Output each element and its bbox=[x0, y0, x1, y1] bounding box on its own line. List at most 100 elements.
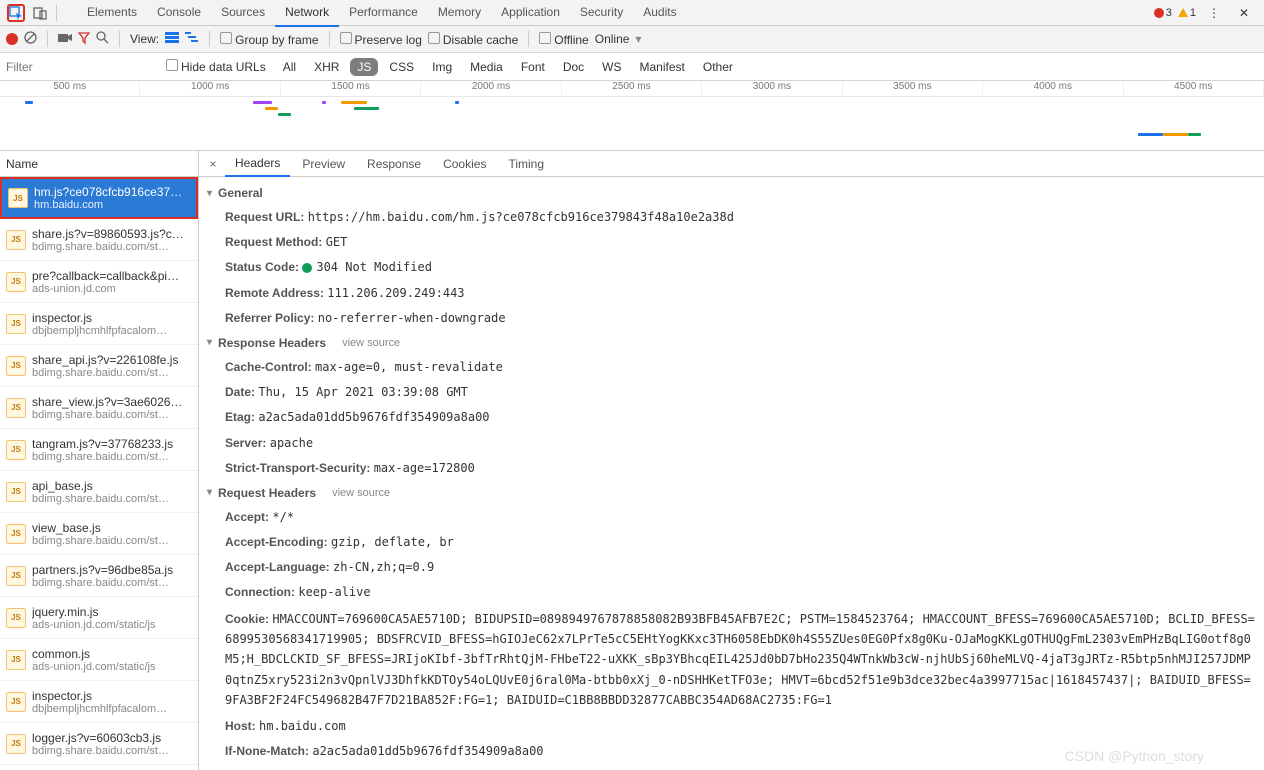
tab-security[interactable]: Security bbox=[570, 0, 633, 27]
view-source-link[interactable]: view source bbox=[342, 337, 400, 349]
tab-memory[interactable]: Memory bbox=[428, 0, 491, 27]
js-file-icon: JS bbox=[6, 314, 26, 334]
list-column-name[interactable]: Name bbox=[0, 151, 198, 177]
type-media[interactable]: Media bbox=[463, 58, 510, 76]
request-row[interactable]: JSpre?callback=callback&pi…ads-union.jd.… bbox=[0, 261, 198, 303]
main-area: Name JShm.js?ce078cfcb916ce37…hm.baidu.c… bbox=[0, 151, 1264, 770]
type-ws[interactable]: WS bbox=[595, 58, 628, 76]
type-font[interactable]: Font bbox=[514, 58, 552, 76]
request-row[interactable]: JSshare.js?v=89860593.js?c…bdimg.share.b… bbox=[0, 219, 198, 261]
device-toggle-icon[interactable] bbox=[31, 4, 49, 22]
offline-checkbox[interactable]: Offline bbox=[539, 32, 588, 47]
request-row[interactable]: JSjquery.min.jsads-union.jd.com/static/j… bbox=[0, 597, 198, 639]
preserve-log-checkbox[interactable]: Preserve log bbox=[340, 32, 422, 47]
js-file-icon: JS bbox=[6, 356, 26, 376]
js-file-icon: JS bbox=[6, 692, 26, 712]
header-connection: Connection: keep-alive bbox=[199, 580, 1264, 605]
section-request-headers[interactable]: Request Headersview source bbox=[199, 481, 1264, 505]
header-accept-encoding: Accept-Encoding: gzip, deflate, br bbox=[199, 530, 1264, 555]
group-by-frame-checkbox[interactable]: Group by frame bbox=[220, 32, 318, 47]
type-all[interactable]: All bbox=[276, 58, 303, 76]
status-dot-icon bbox=[302, 263, 312, 273]
header-accept-language: Accept-Language: zh-CN,zh;q=0.9 bbox=[199, 555, 1264, 580]
detail-tabs: × Headers Preview Response Cookies Timin… bbox=[199, 151, 1264, 177]
throttling-select[interactable]: Online bbox=[595, 32, 630, 46]
tab-application[interactable]: Application bbox=[491, 0, 570, 27]
request-row[interactable]: JSpartners.js?v=96dbe85a.jsbdimg.share.b… bbox=[0, 555, 198, 597]
tab-performance[interactable]: Performance bbox=[339, 0, 428, 27]
tab-audits[interactable]: Audits bbox=[633, 0, 686, 27]
separator bbox=[56, 5, 57, 21]
request-row[interactable]: JSinspector.jsdbjbempljhcmhlfpfacalom… bbox=[0, 681, 198, 723]
request-row[interactable]: JShm.js?ce078cfcb916ce37…hm.baidu.com bbox=[0, 177, 198, 219]
request-row[interactable]: JStangram.js?v=37768233.jsbdimg.share.ba… bbox=[0, 429, 198, 471]
js-file-icon: JS bbox=[8, 188, 28, 208]
warning-count[interactable]: 1 bbox=[1178, 7, 1196, 19]
request-row[interactable]: JSlogger.js?v=60603cb3.jsbdimg.share.bai… bbox=[0, 723, 198, 765]
tab-sources[interactable]: Sources bbox=[211, 0, 275, 27]
request-row[interactable]: JSshare_view.js?v=3ae6026…bdimg.share.ba… bbox=[0, 387, 198, 429]
camera-icon[interactable] bbox=[58, 32, 72, 46]
waterfall-view-icon[interactable] bbox=[185, 32, 199, 46]
type-xhr[interactable]: XHR bbox=[307, 58, 346, 76]
header-cache-control: Cache-Control: max-age=0, must-revalidat… bbox=[199, 355, 1264, 380]
large-rows-icon[interactable] bbox=[165, 32, 179, 46]
section-general[interactable]: General bbox=[199, 181, 1264, 205]
request-row[interactable]: JSshare_api.js?v=226108fe.jsbdimg.share.… bbox=[0, 345, 198, 387]
request-row[interactable]: JSinspector.jsdbjbempljhcmhlfpfacalom… bbox=[0, 303, 198, 345]
request-row[interactable]: JSapi_base.jsbdimg.share.baidu.com/st… bbox=[0, 471, 198, 513]
type-doc[interactable]: Doc bbox=[556, 58, 591, 76]
timeline-overview[interactable]: 500 ms 1000 ms 1500 ms 2000 ms 2500 ms 3… bbox=[0, 81, 1264, 151]
header-etag: Etag: a2ac5ada01dd5b9676fdf354909a8a00 bbox=[199, 405, 1264, 430]
filter-input[interactable] bbox=[6, 60, 156, 74]
type-img[interactable]: Img bbox=[425, 58, 459, 76]
error-count[interactable]: 3 bbox=[1154, 7, 1172, 19]
kebab-menu-icon[interactable]: ⋮ bbox=[1205, 4, 1223, 22]
filter-icon[interactable] bbox=[78, 32, 90, 47]
dtab-preview[interactable]: Preview bbox=[292, 152, 355, 176]
tab-console[interactable]: Console bbox=[147, 0, 211, 27]
close-devtools-icon[interactable]: ✕ bbox=[1235, 4, 1253, 22]
time-label: 4500 ms bbox=[1124, 81, 1264, 96]
watermark-text: CSDN @Python_story bbox=[1065, 748, 1204, 764]
dtab-cookies[interactable]: Cookies bbox=[433, 152, 496, 176]
time-label: 3000 ms bbox=[702, 81, 842, 96]
disable-cache-checkbox[interactable]: Disable cache bbox=[428, 32, 518, 47]
close-detail-icon[interactable]: × bbox=[203, 157, 223, 171]
type-manifest[interactable]: Manifest bbox=[633, 58, 692, 76]
section-response-headers[interactable]: Response Headersview source bbox=[199, 331, 1264, 355]
header-accept: Accept: */* bbox=[199, 505, 1264, 530]
request-row[interactable]: JSview_base.jsbdimg.share.baidu.com/st… bbox=[0, 513, 198, 555]
clear-icon[interactable] bbox=[24, 31, 37, 47]
type-other[interactable]: Other bbox=[696, 58, 740, 76]
request-row[interactable]: JScommon.jsads-union.jd.com/static/js bbox=[0, 639, 198, 681]
detail-body: General Request URL: https://hm.baidu.co… bbox=[199, 177, 1264, 770]
status-code: Status Code: 304 Not Modified bbox=[199, 255, 1264, 280]
js-file-icon: JS bbox=[6, 734, 26, 754]
js-file-icon: JS bbox=[6, 272, 26, 292]
topbar-right: 3 1 ⋮ ✕ bbox=[1154, 4, 1260, 22]
js-file-icon: JS bbox=[6, 524, 26, 544]
hide-data-urls-checkbox[interactable]: Hide data URLs bbox=[166, 59, 266, 74]
tab-network[interactable]: Network bbox=[275, 0, 339, 27]
view-source-link[interactable]: view source bbox=[332, 487, 390, 499]
record-button[interactable] bbox=[6, 33, 18, 45]
request-list: Name JShm.js?ce078cfcb916ce37…hm.baidu.c… bbox=[0, 151, 199, 770]
js-file-icon: JS bbox=[6, 608, 26, 628]
time-label: 3500 ms bbox=[843, 81, 983, 96]
dtab-headers[interactable]: Headers bbox=[225, 151, 290, 177]
js-file-icon: JS bbox=[6, 482, 26, 502]
type-js[interactable]: JS bbox=[350, 58, 378, 76]
header-date: Date: Thu, 15 Apr 2021 03:39:08 GMT bbox=[199, 380, 1264, 405]
dtab-response[interactable]: Response bbox=[357, 152, 431, 176]
throttling-dropdown-icon[interactable]: ▾ bbox=[635, 32, 641, 46]
search-icon[interactable] bbox=[96, 31, 109, 47]
type-css[interactable]: CSS bbox=[382, 58, 421, 76]
time-label: 1500 ms bbox=[281, 81, 421, 96]
time-label: 4000 ms bbox=[983, 81, 1123, 96]
inspect-element-icon[interactable] bbox=[7, 4, 25, 22]
header-server: Server: apache bbox=[199, 431, 1264, 456]
tab-elements[interactable]: Elements bbox=[77, 0, 147, 27]
js-file-icon: JS bbox=[6, 566, 26, 586]
dtab-timing[interactable]: Timing bbox=[498, 152, 554, 176]
